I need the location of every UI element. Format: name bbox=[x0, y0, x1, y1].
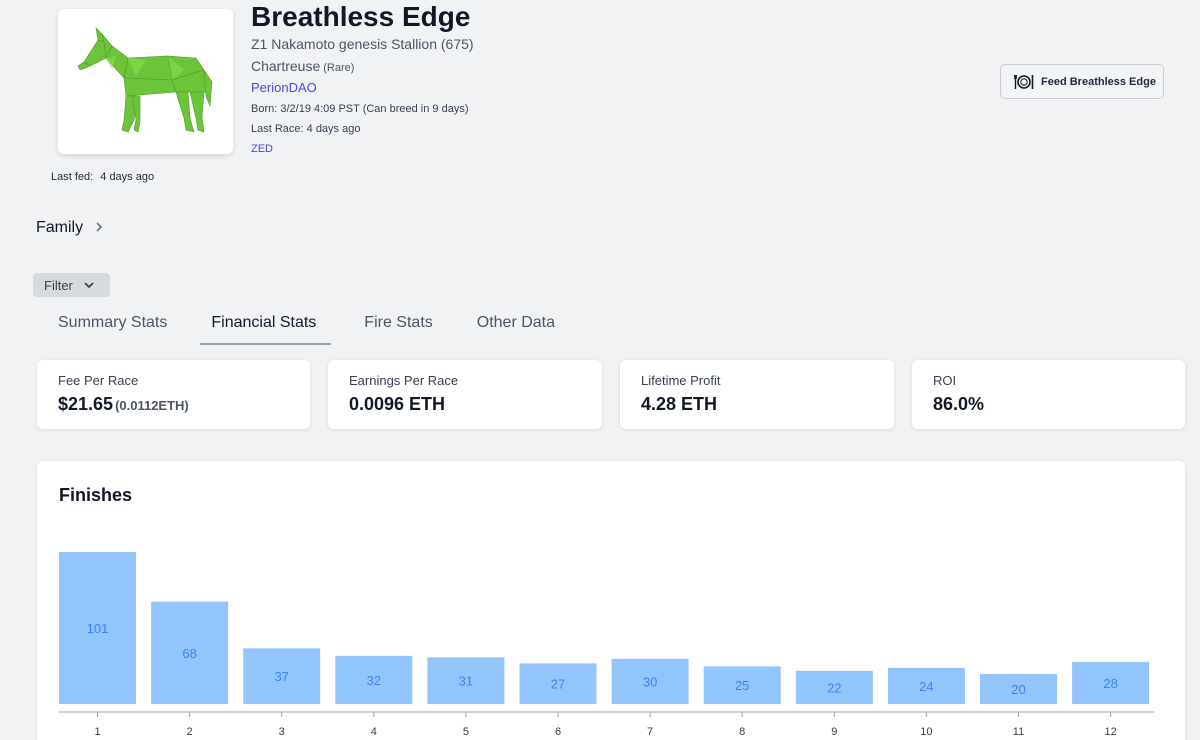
chevron-down-icon bbox=[84, 282, 94, 289]
bar-value-label: 24 bbox=[919, 679, 933, 694]
x-tick-label: 11 bbox=[1013, 726, 1024, 738]
stat-value-sub: (0.0112ETH) bbox=[115, 398, 189, 413]
bar-value-label: 22 bbox=[827, 680, 841, 695]
finishes-card: Finishes 101 1 68 2 37 3 32 4 31 5 27 6 30 7 25 8 22 9 24 1… bbox=[37, 461, 1185, 740]
rarity-badge: (Rare) bbox=[323, 62, 355, 74]
horse-name: Breathless Edge bbox=[251, 1, 471, 32]
x-tick-label: 1 bbox=[94, 726, 100, 738]
zed-link[interactable]: ZED bbox=[251, 143, 474, 155]
stat-value: $21.65 (0.0112ETH) bbox=[58, 394, 289, 415]
stat-label: Earnings Per Race bbox=[349, 373, 459, 388]
x-tick-label: 3 bbox=[279, 726, 285, 738]
bar-value-label: 27 bbox=[551, 677, 565, 692]
filter-dropdown[interactable]: Filter bbox=[33, 273, 110, 297]
x-tick-label: 9 bbox=[831, 726, 837, 738]
family-section-toggle[interactable]: Family bbox=[36, 219, 103, 237]
stat-value: 86.0% bbox=[933, 394, 985, 414]
tab-financial-stats[interactable]: Financial Stats bbox=[200, 302, 332, 345]
bar-value-label: 37 bbox=[274, 669, 288, 684]
last-fed: Last fed: 4 days ago bbox=[51, 171, 154, 183]
stats-tabs: Summary Stats Financial Stats Fire Stats… bbox=[36, 302, 577, 346]
bar-value-label: 28 bbox=[1103, 676, 1117, 691]
stat-card-lifetime-profit: Lifetime Profit 4.28 ETH bbox=[620, 360, 894, 429]
family-label: Family bbox=[36, 219, 84, 236]
x-tick-label: 8 bbox=[739, 726, 745, 738]
stat-card-earnings-per-race: Earnings Per Race 0.0096 ETH bbox=[328, 360, 602, 429]
owner-link[interactable]: PerionDAO bbox=[251, 80, 474, 95]
stat-label: Lifetime Profit bbox=[641, 373, 721, 388]
last-fed-value: 4 days ago bbox=[100, 171, 155, 183]
horse-color: Chartreuse (Rare) bbox=[251, 58, 474, 74]
horse-color-name: Chartreuse bbox=[251, 58, 321, 74]
born-text: Born: 3/2/19 4:09 PST (Can breed in 9 da… bbox=[251, 103, 469, 115]
horse-subtitle: Z1 Nakamoto genesis Stallion (675) bbox=[251, 36, 474, 52]
stat-label: Fee Per Race bbox=[58, 373, 139, 388]
stat-value: 4.28 ETH bbox=[641, 394, 718, 414]
stat-value: 0.0096 ETH bbox=[349, 394, 446, 414]
x-tick-label: 5 bbox=[463, 726, 469, 738]
stat-card-fee-per-race: Fee Per Race $21.65 (0.0112ETH) bbox=[37, 360, 310, 429]
last-race-text: Last Race: 4 days ago bbox=[251, 123, 361, 135]
bar-value-label: 31 bbox=[459, 674, 473, 689]
plate-cutlery-icon bbox=[1014, 74, 1034, 89]
filter-label: Filter bbox=[44, 277, 73, 293]
last-fed-label: Last fed: bbox=[51, 171, 94, 183]
x-tick-label: 2 bbox=[187, 726, 193, 738]
x-tick-label: 7 bbox=[647, 726, 653, 738]
horse-avatar bbox=[58, 9, 233, 154]
stat-label: ROI bbox=[933, 373, 957, 388]
x-tick-label: 4 bbox=[371, 726, 377, 738]
feed-button-label: Feed Breathless Edge bbox=[1041, 75, 1156, 88]
x-tick-label: 12 bbox=[1104, 726, 1116, 738]
x-tick-label: 10 bbox=[920, 726, 932, 738]
x-tick-label: 6 bbox=[555, 726, 561, 738]
bar-value-label: 32 bbox=[367, 673, 381, 688]
tab-other-data[interactable]: Other Data bbox=[455, 302, 577, 345]
horse-info: Breathless Edge Z1 Nakamoto genesis Stal… bbox=[251, 0, 474, 155]
bar-value-label: 101 bbox=[87, 621, 109, 636]
tab-summary-stats[interactable]: Summary Stats bbox=[36, 302, 189, 345]
bar-value-label: 30 bbox=[643, 674, 657, 689]
stat-card-roi: ROI 86.0% bbox=[912, 360, 1185, 429]
bar-value-label: 20 bbox=[1011, 682, 1025, 697]
bar-value-label: 25 bbox=[735, 678, 749, 693]
stat-value-main: $21.65 bbox=[58, 394, 114, 414]
bar-value-label: 68 bbox=[182, 646, 196, 661]
horse-icon bbox=[77, 26, 212, 132]
feed-button[interactable]: Feed Breathless Edge bbox=[1000, 64, 1164, 99]
finishes-chart: 101 1 68 2 37 3 32 4 31 5 27 6 30 7 25 8 22 9 24 10 20 11 28 12 bbox=[59, 552, 1155, 738]
tab-fire-stats[interactable]: Fire Stats bbox=[342, 302, 454, 345]
chevron-right-icon bbox=[95, 220, 103, 236]
